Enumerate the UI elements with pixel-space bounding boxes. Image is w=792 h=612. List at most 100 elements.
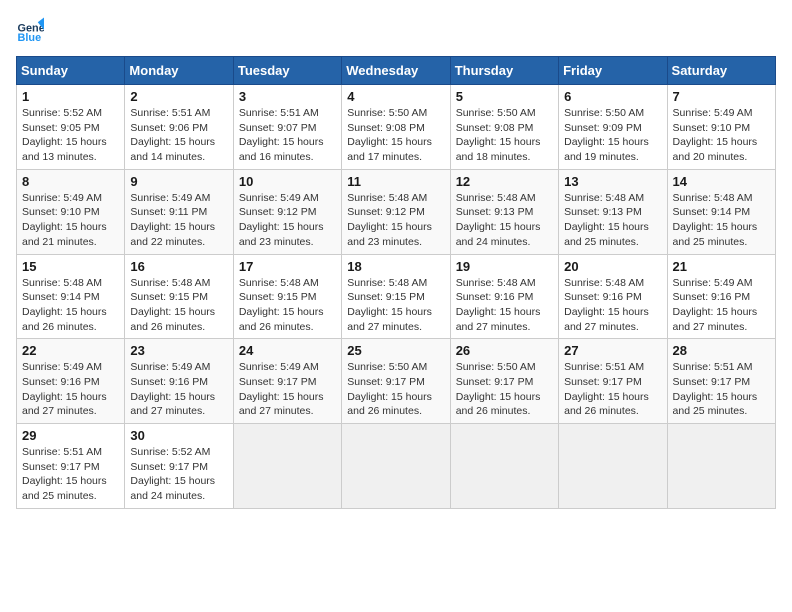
empty-cell — [559, 424, 667, 509]
day-info: Sunrise: 5:50 AMSunset: 9:17 PMDaylight:… — [347, 360, 444, 419]
day-info: Sunrise: 5:51 AMSunset: 9:17 PMDaylight:… — [564, 360, 661, 419]
calendar-cell-25: 25 Sunrise: 5:50 AMSunset: 9:17 PMDayligh… — [342, 339, 450, 424]
day-info: Sunrise: 5:48 AMSunset: 9:16 PMDaylight:… — [456, 276, 553, 335]
calendar-cell-14: 14Sunrise: 5:48 AMSunset: 9:14 PMDayligh… — [667, 169, 775, 254]
day-number: 6 — [564, 89, 661, 104]
day-info: Sunrise: 5:49 AMSunset: 9:16 PMDaylight:… — [673, 276, 770, 335]
day-number: 22 — [22, 343, 119, 358]
empty-cell — [450, 424, 558, 509]
weekday-header-row: SundayMondayTuesdayWednesdayThursdayFrid… — [17, 57, 776, 85]
logo: General Blue — [16, 16, 44, 44]
calendar-cell-8: 8Sunrise: 5:49 AMSunset: 9:10 PMDaylight… — [17, 169, 125, 254]
calendar-cell-29: 29 Sunrise: 5:51 AMSunset: 9:17 PMDayligh… — [17, 424, 125, 509]
page-header: General Blue — [16, 16, 776, 44]
calendar-cell-12: 12 Sunrise: 5:48 AMSunset: 9:13 PMDayligh… — [450, 169, 558, 254]
day-number: 1 — [22, 89, 119, 104]
day-number: 19 — [456, 259, 553, 274]
day-info: Sunrise: 5:50 AMSunset: 9:08 PMDaylight:… — [456, 106, 553, 165]
day-info: Sunrise: 5:48 AMSunset: 9:15 PMDaylight:… — [239, 276, 336, 335]
day-info: Sunrise: 5:48 AMSunset: 9:15 PMDaylight:… — [130, 276, 227, 335]
day-info: Sunrise: 5:48 AMSunset: 9:13 PMDaylight:… — [456, 191, 553, 250]
day-info: Sunrise: 5:49 AMSunset: 9:10 PMDaylight:… — [673, 106, 770, 165]
day-number: 4 — [347, 89, 444, 104]
day-number: 23 — [130, 343, 227, 358]
calendar-cell-22: 22 Sunrise: 5:49 AMSunset: 9:16 PMDayligh… — [17, 339, 125, 424]
day-info: Sunrise: 5:52 AMSunset: 9:17 PMDaylight:… — [130, 445, 227, 504]
day-info: Sunrise: 5:48 AMSunset: 9:15 PMDaylight:… — [347, 276, 444, 335]
day-info: Sunrise: 5:48 AMSunset: 9:14 PMDaylight:… — [22, 276, 119, 335]
day-info: Sunrise: 5:49 AMSunset: 9:16 PMDaylight:… — [130, 360, 227, 419]
calendar-cell-27: 27 Sunrise: 5:51 AMSunset: 9:17 PMDayligh… — [559, 339, 667, 424]
day-info: Sunrise: 5:48 AMSunset: 9:16 PMDaylight:… — [564, 276, 661, 335]
day-number: 27 — [564, 343, 661, 358]
weekday-thursday: Thursday — [450, 57, 558, 85]
day-info: Sunrise: 5:51 AMSunset: 9:07 PMDaylight:… — [239, 106, 336, 165]
day-info: Sunrise: 5:49 AMSunset: 9:10 PMDaylight:… — [22, 191, 119, 250]
day-number: 24 — [239, 343, 336, 358]
empty-cell — [342, 424, 450, 509]
calendar-cell-6: 6Sunrise: 5:50 AMSunset: 9:09 PMDaylight… — [559, 85, 667, 170]
calendar-cell-5: 5 Sunrise: 5:50 AMSunset: 9:08 PMDaylight… — [450, 85, 558, 170]
day-info: Sunrise: 5:49 AMSunset: 9:12 PMDaylight:… — [239, 191, 336, 250]
day-number: 30 — [130, 428, 227, 443]
day-info: Sunrise: 5:48 AMSunset: 9:12 PMDaylight:… — [347, 191, 444, 250]
day-info: Sunrise: 5:50 AMSunset: 9:17 PMDaylight:… — [456, 360, 553, 419]
day-number: 5 — [456, 89, 553, 104]
weekday-tuesday: Tuesday — [233, 57, 341, 85]
calendar-cell-17: 17 Sunrise: 5:48 AMSunset: 9:15 PMDayligh… — [233, 254, 341, 339]
calendar-cell-30: 30 Sunrise: 5:52 AMSunset: 9:17 PMDayligh… — [125, 424, 233, 509]
calendar-cell-20: 20 Sunrise: 5:48 AMSunset: 9:16 PMDayligh… — [559, 254, 667, 339]
empty-cell — [667, 424, 775, 509]
day-number: 20 — [564, 259, 661, 274]
day-info: Sunrise: 5:51 AMSunset: 9:17 PMDaylight:… — [22, 445, 119, 504]
calendar-table: SundayMondayTuesdayWednesdayThursdayFrid… — [16, 56, 776, 509]
calendar-week-2: 15 Sunrise: 5:48 AMSunset: 9:14 PMDayligh… — [17, 254, 776, 339]
calendar-cell-18: 18 Sunrise: 5:48 AMSunset: 9:15 PMDayligh… — [342, 254, 450, 339]
calendar-cell-24: 24Sunrise: 5:49 AMSunset: 9:17 PMDayligh… — [233, 339, 341, 424]
day-info: Sunrise: 5:51 AMSunset: 9:06 PMDaylight:… — [130, 106, 227, 165]
calendar-cell-21: 21 Sunrise: 5:49 AMSunset: 9:16 PMDayligh… — [667, 254, 775, 339]
calendar-week-3: 22 Sunrise: 5:49 AMSunset: 9:16 PMDayligh… — [17, 339, 776, 424]
day-number: 10 — [239, 174, 336, 189]
day-number: 12 — [456, 174, 553, 189]
calendar-cell-28: 28 Sunrise: 5:51 AMSunset: 9:17 PMDayligh… — [667, 339, 775, 424]
day-number: 28 — [673, 343, 770, 358]
calendar-cell-2: 2 Sunrise: 5:51 AMSunset: 9:06 PMDaylight… — [125, 85, 233, 170]
day-number: 21 — [673, 259, 770, 274]
day-number: 3 — [239, 89, 336, 104]
day-info: Sunrise: 5:49 AMSunset: 9:11 PMDaylight:… — [130, 191, 227, 250]
day-number: 7 — [673, 89, 770, 104]
day-info: Sunrise: 5:48 AMSunset: 9:13 PMDaylight:… — [564, 191, 661, 250]
calendar-cell-10: 10 Sunrise: 5:49 AMSunset: 9:12 PMDayligh… — [233, 169, 341, 254]
day-number: 18 — [347, 259, 444, 274]
day-number: 11 — [347, 174, 444, 189]
calendar-cell-1: 1Sunrise: 5:52 AMSunset: 9:05 PMDaylight… — [17, 85, 125, 170]
day-number: 29 — [22, 428, 119, 443]
calendar-cell-4: 4Sunrise: 5:50 AMSunset: 9:08 PMDaylight… — [342, 85, 450, 170]
day-number: 25 — [347, 343, 444, 358]
day-info: Sunrise: 5:49 AMSunset: 9:16 PMDaylight:… — [22, 360, 119, 419]
day-number: 9 — [130, 174, 227, 189]
calendar-cell-11: 11 Sunrise: 5:48 AMSunset: 9:12 PMDayligh… — [342, 169, 450, 254]
svg-text:Blue: Blue — [18, 32, 42, 44]
weekday-monday: Monday — [125, 57, 233, 85]
day-number: 15 — [22, 259, 119, 274]
weekday-wednesday: Wednesday — [342, 57, 450, 85]
calendar-cell-9: 9 Sunrise: 5:49 AMSunset: 9:11 PMDaylight… — [125, 169, 233, 254]
weekday-friday: Friday — [559, 57, 667, 85]
calendar-week-1: 8Sunrise: 5:49 AMSunset: 9:10 PMDaylight… — [17, 169, 776, 254]
calendar-cell-23: 23 Sunrise: 5:49 AMSunset: 9:16 PMDayligh… — [125, 339, 233, 424]
calendar-cell-19: 19 Sunrise: 5:48 AMSunset: 9:16 PMDayligh… — [450, 254, 558, 339]
day-number: 2 — [130, 89, 227, 104]
calendar-cell-3: 3 Sunrise: 5:51 AMSunset: 9:07 PMDaylight… — [233, 85, 341, 170]
day-number: 17 — [239, 259, 336, 274]
weekday-sunday: Sunday — [17, 57, 125, 85]
calendar-cell-13: 13Sunrise: 5:48 AMSunset: 9:13 PMDayligh… — [559, 169, 667, 254]
logo-icon: General Blue — [16, 16, 44, 44]
calendar-cell-15: 15 Sunrise: 5:48 AMSunset: 9:14 PMDayligh… — [17, 254, 125, 339]
calendar-week-0: 1Sunrise: 5:52 AMSunset: 9:05 PMDaylight… — [17, 85, 776, 170]
day-number: 14 — [673, 174, 770, 189]
calendar-cell-7: 7 Sunrise: 5:49 AMSunset: 9:10 PMDaylight… — [667, 85, 775, 170]
calendar-cell-16: 16Sunrise: 5:48 AMSunset: 9:15 PMDayligh… — [125, 254, 233, 339]
day-info: Sunrise: 5:51 AMSunset: 9:17 PMDaylight:… — [673, 360, 770, 419]
